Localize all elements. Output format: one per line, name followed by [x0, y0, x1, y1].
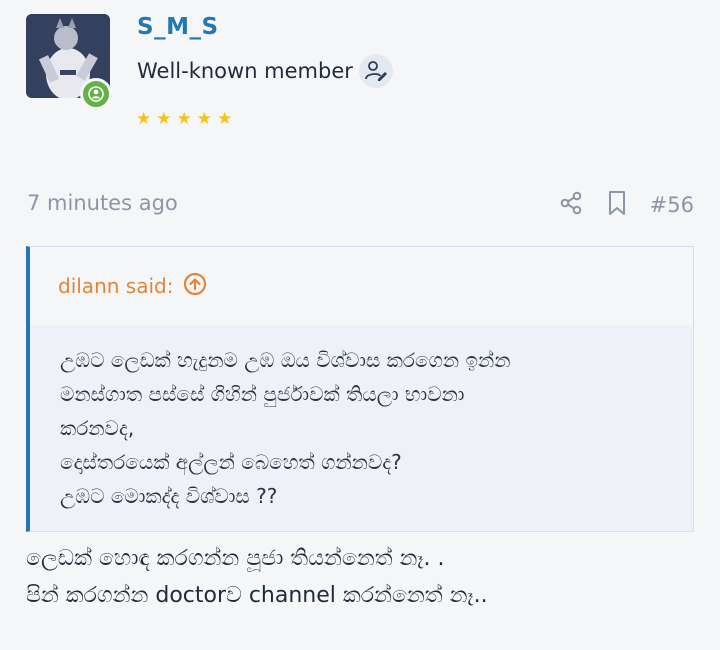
- post-body-line: ලෙඩක් හොඳ කරගන්න පූජා තියන්නෙත් නෑ. .: [26, 546, 445, 571]
- star-icon: ★: [136, 109, 152, 129]
- user-title-text: Well-known member: [137, 59, 353, 83]
- post-body-line: පින් කරගන්න doctorව channel කරන්නෙත් නෑ.…: [26, 583, 488, 608]
- user-title: Well-known member: [137, 54, 393, 88]
- quote-content: උඹට ලෙඩක් හැදුනම උඹ ඔය විශ්වාස කරගෙන ඉන්…: [30, 325, 693, 531]
- quote-line: මනස්ගාත පස්සේ ගිහින් පුර්ජාවක් තියලා භාව…: [60, 382, 465, 406]
- post-number-link[interactable]: #56: [650, 193, 694, 217]
- quote-header[interactable]: dilann said:: [30, 247, 693, 325]
- quote-line: කරනවද,: [60, 416, 135, 440]
- star-icon: ★: [196, 109, 212, 129]
- post-body: ලෙඩක් හොඳ කරගන්න පූජා තියන්නෙත් නෑ. . පි…: [26, 540, 488, 614]
- star-icon: ★: [156, 109, 172, 129]
- share-icon[interactable]: [558, 190, 584, 220]
- username-link[interactable]: S_M_S: [137, 14, 219, 40]
- post-timestamp[interactable]: 7 minutes ago: [27, 191, 178, 215]
- star-icon: ★: [217, 109, 233, 129]
- user-online-icon: [88, 86, 104, 102]
- quote-line: උඹට මොකද්ද විශ්වාස ??: [60, 484, 278, 508]
- quote-line: උඹට ලෙඩක් හැදුනම උඹ ඔය විශ්වාස කරගෙන ඉන්…: [60, 348, 511, 372]
- quote-block: dilann said: උඹට ලෙඩක් හැදුනම උඹ ඔය විශ්…: [26, 246, 694, 532]
- arrow-up-circle-icon[interactable]: [183, 272, 207, 301]
- user-rating-stars: ★ ★ ★ ★ ★: [136, 109, 232, 129]
- online-status-indicator: [80, 78, 112, 110]
- bookmark-icon[interactable]: [606, 190, 628, 220]
- quote-line: දොස්තරයෙක් අල්ලන් බෙහෙත් ගන්නවද?: [60, 450, 402, 474]
- user-edit-icon[interactable]: [358, 54, 393, 88]
- post-actions: #56: [558, 190, 694, 220]
- quote-author[interactable]: dilann said:: [58, 274, 173, 298]
- star-icon: ★: [176, 109, 192, 129]
